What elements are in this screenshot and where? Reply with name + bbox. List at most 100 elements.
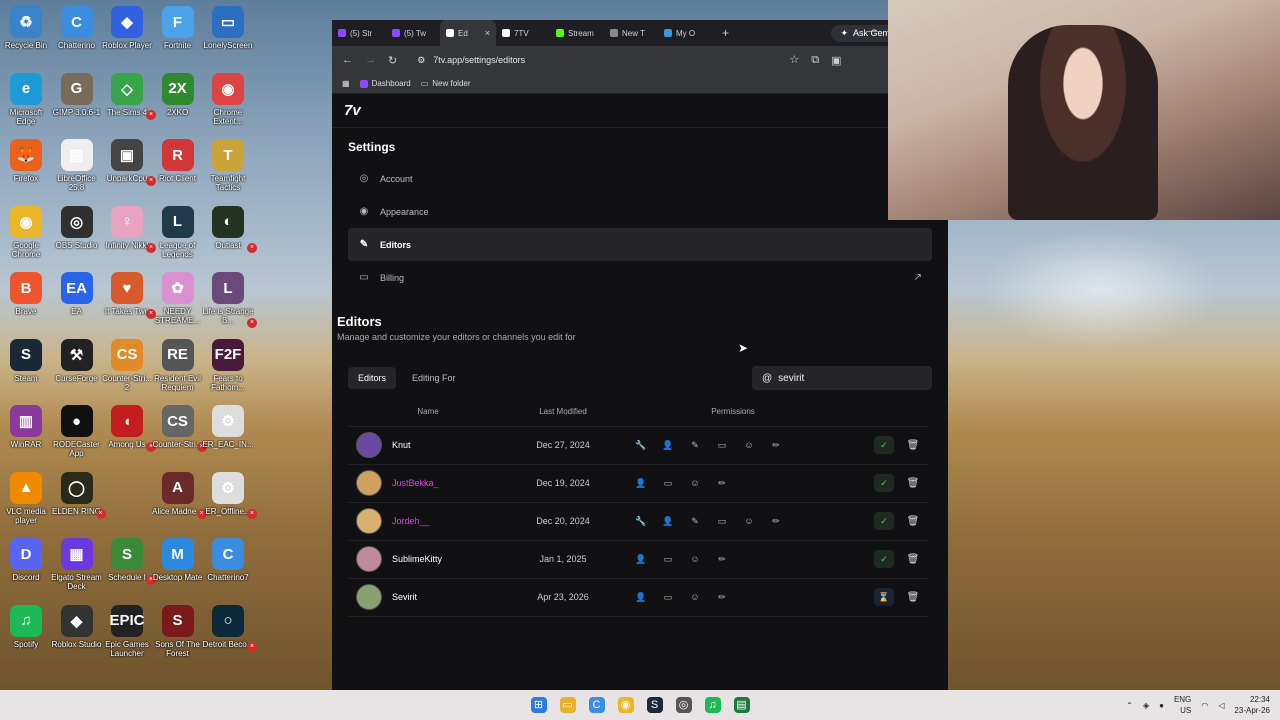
permission-icon[interactable]: ▭ [713, 516, 731, 527]
desktop-icon[interactable]: S Sons Of The Forest [152, 604, 204, 658]
desktop-icon[interactable]: B Brave [0, 272, 52, 316]
reload-icon[interactable]: ↻ [388, 54, 397, 67]
username[interactable]: Sevirit [392, 592, 417, 602]
desktop-icon[interactable]: F Fortnite [152, 6, 204, 50]
desktop-icon[interactable]: e Microsoft Edge [0, 72, 52, 126]
desktop-icon[interactable]: F2F Fears to Fathom... [202, 338, 254, 392]
minimize-icon[interactable]: — [868, 26, 878, 37]
desktop-icon[interactable]: ◇ × The Sims 4 [101, 72, 156, 120]
permission-icon[interactable]: ✏ [713, 592, 731, 603]
desktop-icon[interactable]: ⚙ × ER_Offline... [202, 471, 257, 519]
close-tab-icon[interactable]: × [485, 28, 490, 38]
back-icon[interactable]: ← [342, 54, 353, 66]
file-explorer-icon[interactable]: ▭ [559, 697, 576, 713]
browser-tab[interactable]: Stream [550, 20, 604, 46]
desktop-icon[interactable]: ◉ Chrome Extent... [202, 72, 254, 126]
permission-icon[interactable]: ✏ [767, 440, 785, 451]
desktop-icon[interactable]: ▥ WinRAR [0, 405, 52, 449]
settings-menu-item-billing[interactable]: ▭ Billing ↗ [348, 261, 932, 294]
username[interactable]: JustBekka_ [392, 478, 439, 488]
desktop-icon[interactable]: C Chatterino7 [202, 538, 254, 582]
new-tab-button[interactable]: + [712, 26, 739, 40]
delete-editor-icon[interactable]: 🗑 [898, 540, 928, 579]
permission-icon[interactable]: ✏ [713, 478, 731, 489]
bookmark-dashboard[interactable]: Dashboard [359, 79, 411, 88]
forward-icon[interactable]: → [365, 54, 376, 66]
tab-editing-for[interactable]: Editing For [402, 367, 466, 389]
7tv-logo[interactable]: 7v [344, 102, 361, 119]
permission-icon[interactable]: ✎ [686, 516, 704, 527]
desktop-icon[interactable]: ◐ × Outlast [202, 205, 257, 253]
delete-editor-icon[interactable]: 🗑 [898, 426, 928, 465]
settings-menu-item-editors[interactable]: ✎ Editors [348, 228, 932, 261]
desktop-icon[interactable]: RE Resident Evil Requiem [152, 338, 204, 392]
steam-icon[interactable]: S [646, 697, 663, 713]
delete-editor-icon[interactable]: 🗑 [898, 464, 928, 503]
desktop-icon[interactable]: ◎ OBS Studio [51, 205, 103, 250]
permission-icon[interactable]: 🔧 [632, 440, 650, 451]
desktop-icon[interactable]: 2X 2XKO [152, 72, 204, 117]
desktop-icon[interactable]: S × Schedule I [101, 538, 156, 585]
desktop-icon[interactable]: ◯ × ELDEN RING [51, 471, 106, 519]
desktop-icon[interactable]: ⚒ CurseForge [51, 338, 103, 383]
browser-tab[interactable]: (5) Str [332, 20, 386, 46]
delete-editor-icon[interactable]: 🗑 [898, 578, 928, 617]
permission-icon[interactable]: ▭ [659, 478, 677, 489]
permission-icon[interactable]: ✎ [686, 440, 704, 451]
browser-tab[interactable]: Ed × [440, 20, 496, 46]
desktop-icon[interactable]: S Steam [0, 338, 52, 383]
desktop-icon[interactable]: ◆ Roblox Studio [51, 604, 103, 649]
network-icon[interactable]: ◈ [1143, 701, 1149, 710]
wifi-icon[interactable]: ◠ [1201, 701, 1208, 710]
desktop-icon[interactable]: C Chatterino [51, 6, 103, 50]
bookmark-new-folder[interactable]: ▭ New folder [421, 79, 471, 88]
browser-tab[interactable]: 7TV [496, 20, 550, 46]
permission-icon[interactable]: ▭ [713, 440, 731, 451]
desktop-icon[interactable]: ▣ × UnparkCpu [101, 139, 156, 186]
browser-tab[interactable]: (5) Tw [386, 20, 440, 46]
desktop-icon[interactable]: G GIMP 3.0.6-1 [51, 72, 103, 117]
chrome-icon[interactable]: ◉ [617, 697, 634, 713]
start-icon[interactable]: ⊞ [530, 697, 547, 713]
mic-icon[interactable]: ● [1159, 701, 1164, 710]
desktop-icon[interactable]: L × Life is Strange B... [202, 272, 257, 328]
chatterino-icon[interactable]: C [588, 697, 605, 713]
permission-icon[interactable]: ☺ [686, 554, 704, 565]
desktop-icon[interactable]: ♀ × Infinity Nikki [101, 205, 156, 253]
language-indicator[interactable]: ENG US [1174, 694, 1191, 716]
user-search-input[interactable] [778, 372, 919, 384]
desktop-icon[interactable]: ✿ NEEDY STREAME... [152, 272, 204, 325]
permission-icon[interactable]: 👤 [632, 592, 650, 603]
permission-icon[interactable]: ✏ [767, 516, 785, 527]
permission-icon[interactable]: ☺ [740, 516, 758, 527]
site-info-icon[interactable]: ⚙ [417, 55, 425, 66]
desktop-icon[interactable]: EPIC Epic Games Launcher [101, 604, 153, 658]
url-field[interactable]: ⚙ 7tv.app/settings/editors ☆ [409, 50, 799, 70]
browser-tab[interactable]: My O [658, 20, 712, 46]
settings-menu-item-account[interactable]: ◎ Account [348, 162, 932, 195]
username[interactable]: SublimeKitty [392, 554, 442, 564]
desktop-icon[interactable]: ● RODECaster App [51, 405, 103, 458]
settings-menu-item-appearance[interactable]: ◉ Appearance [348, 195, 932, 228]
desktop-icon[interactable]: T Teamfight Tactics [202, 139, 254, 192]
permission-icon[interactable]: 👤 [632, 478, 650, 489]
desktop-icon[interactable]: L League of Legends [152, 205, 204, 259]
desktop-icon[interactable]: ♻ Recycle Bin [0, 6, 52, 50]
username[interactable]: Jordeh__ [392, 516, 430, 526]
side-panel-icon[interactable]: ▣ [831, 54, 841, 67]
desktop-icon[interactable]: ▭ LonelyScreen [202, 6, 254, 50]
desktop-icon[interactable]: ▦ Elgato Stream Deck [51, 538, 103, 591]
desktop-icon[interactable]: R Riot Client [152, 139, 204, 183]
permission-icon[interactable]: ☺ [686, 592, 704, 603]
permission-icon[interactable]: ▭ [659, 554, 677, 565]
permission-icon[interactable]: ✏ [713, 554, 731, 565]
desktop-icon[interactable]: ♫ Spotify [0, 604, 52, 649]
permission-icon[interactable]: 👤 [659, 440, 677, 451]
desktop-icon[interactable]: ▲ VLC media player [0, 471, 52, 525]
spotify-icon[interactable]: ♫ [704, 697, 721, 713]
volume-icon[interactable]: ◁ [1218, 701, 1224, 710]
desktop-icon[interactable]: 🦊 Firefox [0, 139, 52, 183]
desktop-icon[interactable]: ♥ × It Takes Two [101, 272, 156, 319]
apps-grid-icon[interactable]: ▦ [342, 79, 350, 88]
desktop-icon[interactable]: CS Counter-Stri... 2 [101, 338, 153, 392]
